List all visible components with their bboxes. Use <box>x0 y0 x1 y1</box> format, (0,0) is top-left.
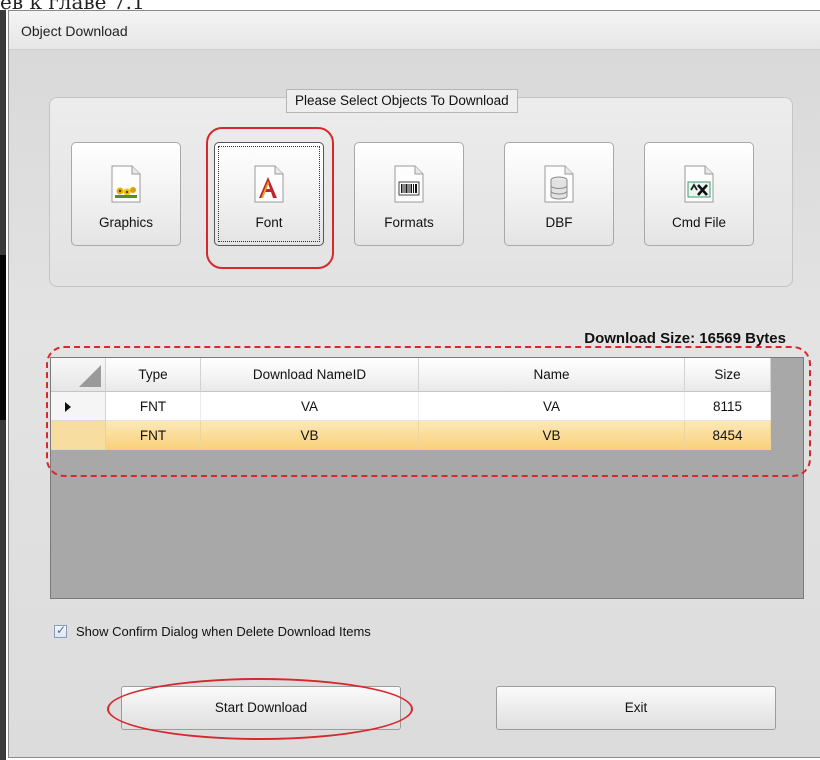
font-selection-highlight <box>206 127 334 269</box>
start-download-highlight <box>107 678 413 740</box>
graphics-button[interactable]: Graphics <box>71 142 181 246</box>
dbf-button-label: DBF <box>545 215 573 230</box>
document-text-fragment: ев к главе 7.1 <box>0 0 145 14</box>
title-bar[interactable]: Object Download <box>9 11 820 50</box>
checkmark-icon: ✓ <box>56 623 67 637</box>
checkbox-box[interactable]: ✓ <box>54 623 67 638</box>
exit-button[interactable]: Exit <box>496 686 776 730</box>
cmd-file-icon <box>684 165 714 203</box>
cmd-file-button[interactable]: Cmd File <box>644 142 754 246</box>
left-edge-dark-segment <box>0 255 6 420</box>
graphics-button-label: Graphics <box>98 215 154 230</box>
formats-button[interactable]: Formats <box>354 142 464 246</box>
dialog-client-area: Please Select Objects To Download Graphi… <box>9 50 820 757</box>
cmd-file-button-label: Cmd File <box>671 215 726 230</box>
confirm-delete-checkbox-label: Show Confirm Dialog when Delete Download… <box>76 624 371 639</box>
window-title: Object Download <box>21 23 128 39</box>
graphics-file-icon <box>111 165 141 203</box>
formats-button-label: Formats <box>384 215 434 230</box>
formats-file-icon <box>394 165 424 203</box>
object-select-legend: Please Select Objects To Download <box>286 89 518 113</box>
object-download-window: Object Download Please Select Objects To… <box>8 10 820 758</box>
download-size-text: Download Size: 16569 Bytes <box>584 330 786 347</box>
grid-rows-highlight <box>46 346 811 477</box>
dbf-button[interactable]: DBF <box>504 142 614 246</box>
database-file-icon <box>544 165 574 203</box>
